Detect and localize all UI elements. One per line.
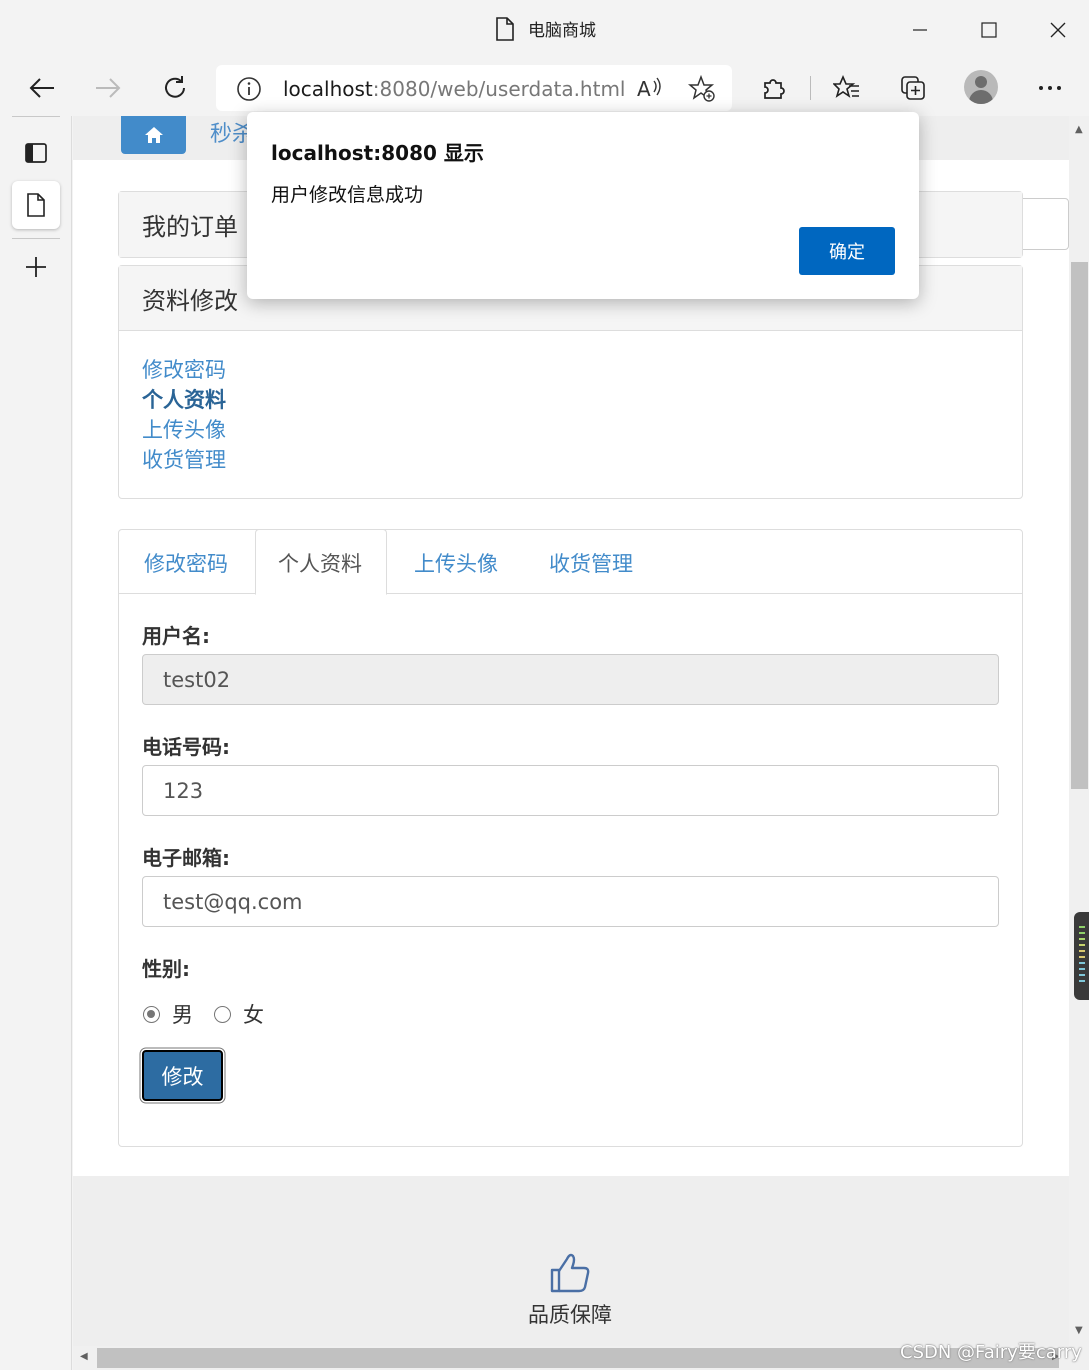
email-label: 电子邮箱: — [142, 846, 230, 870]
username-field[interactable]: test02 — [142, 654, 999, 705]
browser-toolbar: localhost:8080/web/userdata.html A — [0, 60, 1089, 116]
window-title: 电脑商城 — [494, 16, 596, 41]
alert-dialog: localhost:8080 显示 用户修改信息成功 确定 — [247, 112, 919, 299]
tab-actions-button[interactable] — [12, 129, 60, 177]
sidebar-tab-current[interactable] — [12, 181, 60, 229]
sidebar-divider — [12, 116, 60, 117]
tab-upload-avatar[interactable]: 上传头像 — [414, 530, 498, 594]
settings-more-button[interactable] — [1030, 68, 1070, 108]
username-value: test02 — [163, 667, 231, 692]
menu-link-upload-avatar[interactable]: 上传头像 — [142, 415, 999, 445]
favorites-star-icon — [833, 74, 859, 98]
gender-male-radio[interactable]: 男 — [143, 999, 193, 1029]
email-value: test@qq.com — [163, 889, 303, 914]
collections-icon — [901, 76, 925, 100]
gender-label: 性别: — [142, 957, 190, 981]
profile-panel: 资料修改 修改密码 个人资料 上传头像 收货管理 — [118, 265, 1023, 499]
avatar-head — [975, 76, 987, 88]
minimize-icon — [913, 29, 927, 31]
phone-field[interactable]: 123 — [142, 765, 999, 816]
vertical-tabs-sidebar — [0, 116, 72, 1370]
watermark: CSDN @Fairy要carry — [900, 1342, 1082, 1363]
radio-unchecked-icon — [214, 1005, 231, 1023]
phone-value: 123 — [163, 778, 204, 803]
svg-text:A: A — [637, 77, 651, 101]
tab-actions-icon — [25, 143, 47, 163]
collections-button[interactable] — [893, 68, 933, 108]
tab-personal-info[interactable]: 个人资料 — [255, 529, 387, 595]
page-viewport: 秒杀 我的订单 资料修改 修改密码 个人资料 上传头像 收货管理 修改密码 个人… — [73, 116, 1069, 1346]
tab-change-password[interactable]: 修改密码 — [144, 530, 228, 594]
more-dots-icon — [1039, 86, 1061, 90]
scroll-down-arrow-icon[interactable]: ▼ — [1075, 1325, 1083, 1336]
dialog-ok-button[interactable]: 确定 — [799, 227, 895, 275]
favorites-button[interactable] — [827, 68, 867, 108]
footer-quality-guarantee: 品质保障 — [528, 1303, 612, 1327]
scroll-left-arrow-icon[interactable]: ◀ — [80, 1351, 88, 1362]
read-aloud-icon[interactable]: A — [636, 75, 664, 101]
profile-menu: 修改密码 个人资料 上传头像 收货管理 — [119, 331, 1022, 499]
close-icon — [1050, 22, 1066, 38]
menu-link-change-password[interactable]: 修改密码 — [142, 355, 999, 385]
window-title-text: 电脑商城 — [528, 21, 596, 41]
main-content: 我的订单 资料修改 修改密码 个人资料 上传头像 收货管理 修改密码 个人资料 … — [73, 160, 1069, 1176]
home-icon — [144, 127, 163, 143]
minimize-button[interactable] — [900, 14, 940, 46]
thumbs-up-icon — [550, 1253, 590, 1293]
arrow-right-icon — [96, 78, 121, 98]
scroll-up-arrow-icon[interactable]: ▲ — [1075, 124, 1083, 135]
menu-link-address-management[interactable]: 收货管理 — [142, 445, 999, 475]
side-widget-handle[interactable] — [1074, 912, 1089, 1000]
radio-checked-icon — [143, 1005, 160, 1023]
extensions-button[interactable] — [754, 68, 794, 108]
phone-label: 电话号码: — [142, 735, 230, 759]
arrow-left-icon — [29, 78, 54, 98]
refresh-button[interactable] — [155, 68, 195, 108]
dialog-title: localhost:8080 显示 — [271, 141, 484, 165]
gender-female-radio[interactable]: 女 — [214, 999, 264, 1029]
forward-button[interactable] — [88, 68, 128, 108]
vertical-scrollbar-thumb[interactable] — [1071, 262, 1088, 789]
close-window-button[interactable] — [1038, 14, 1078, 46]
maximize-icon — [981, 22, 997, 38]
maximize-button[interactable] — [969, 14, 1009, 46]
menu-link-personal-info[interactable]: 个人资料 — [142, 385, 999, 415]
new-tab-button[interactable] — [12, 243, 60, 291]
tab-address-management[interactable]: 收货管理 — [549, 530, 633, 594]
puzzle-icon — [764, 79, 785, 99]
url-text[interactable]: localhost:8080/web/userdata.html — [283, 77, 626, 101]
gender-male-label: 男 — [172, 1003, 193, 1027]
address-bar[interactable]: localhost:8080/web/userdata.html A — [216, 65, 732, 111]
sidebar-divider — [12, 238, 60, 239]
email-field[interactable]: test@qq.com — [142, 876, 999, 927]
toolbar-separator — [810, 76, 811, 100]
home-button[interactable] — [121, 116, 186, 154]
profile-form-panel: 修改密码 个人资料 上传头像 收货管理 用户名: test02 电话号码: 12… — [118, 529, 1023, 1147]
plus-icon — [26, 257, 46, 277]
back-button[interactable] — [22, 68, 62, 108]
submit-button[interactable]: 修改 — [142, 1050, 223, 1101]
info-icon[interactable] — [236, 76, 262, 102]
username-label: 用户名: — [142, 624, 210, 648]
avatar-body — [969, 90, 993, 104]
refresh-icon — [165, 76, 185, 98]
gender-female-label: 女 — [243, 1003, 264, 1027]
page-icon — [496, 16, 514, 41]
add-favorite-icon[interactable] — [688, 75, 716, 103]
browser-title-bar: 电脑商城 — [0, 0, 1089, 60]
page-icon — [27, 193, 45, 217]
dialog-message: 用户修改信息成功 — [271, 184, 424, 206]
profile-tabs: 修改密码 个人资料 上传头像 收货管理 — [119, 529, 1022, 595]
profile-avatar[interactable] — [964, 70, 998, 104]
